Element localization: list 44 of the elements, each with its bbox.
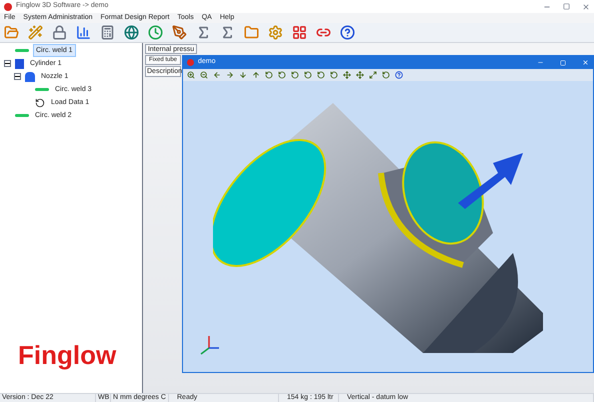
arrow-right-icon[interactable] [226,71,234,79]
globe-icon[interactable] [124,25,139,40]
rotate-icon[interactable] [317,71,325,79]
gear-icon[interactable] [268,25,283,40]
arrow-up-icon[interactable] [252,71,260,79]
weld-icon [35,88,49,91]
nozzle-icon [25,72,35,82]
sigma-icon[interactable] [196,25,211,40]
clock-icon[interactable] [148,25,163,40]
move-icon[interactable] [356,71,364,79]
move-icon[interactable] [343,71,351,79]
calculator-icon[interactable] [100,25,115,40]
folder-icon[interactable] [4,25,19,40]
maximize-icon[interactable] [563,3,570,10]
rotate-icon[interactable] [265,71,273,79]
folder-icon[interactable] [244,25,259,40]
brand-logo: Finglow [18,342,116,368]
bar-chart-icon[interactable] [76,25,91,40]
arrow-down-icon[interactable] [239,71,247,79]
collapse-toggle[interactable] [4,60,11,67]
app-logo-icon [4,2,12,10]
close-icon[interactable] [582,2,590,10]
pen-icon[interactable] [172,25,187,40]
load-icon [35,98,45,108]
help-icon[interactable] [340,25,355,40]
fit-icon[interactable] [369,71,377,79]
weld-icon [15,114,29,117]
rotate-icon[interactable] [382,71,390,79]
help-icon[interactable] [395,71,403,79]
collapse-toggle[interactable] [14,73,21,80]
zoom-out-icon[interactable] [200,71,208,79]
rotate-icon[interactable] [291,71,299,79]
app-logo-icon [187,59,194,66]
weld-icon [15,49,29,52]
rotate-icon[interactable] [330,71,338,79]
sigma-icon[interactable] [220,25,235,40]
grid-icon[interactable] [292,25,307,40]
arrow-left-icon[interactable] [213,71,221,79]
rotate-icon[interactable] [304,71,312,79]
cylinder-icon [15,58,24,68]
lock-icon[interactable] [52,25,67,40]
wand-icon[interactable] [28,25,43,40]
rotate-icon[interactable] [278,71,286,79]
zoom-in-icon[interactable] [187,71,195,79]
